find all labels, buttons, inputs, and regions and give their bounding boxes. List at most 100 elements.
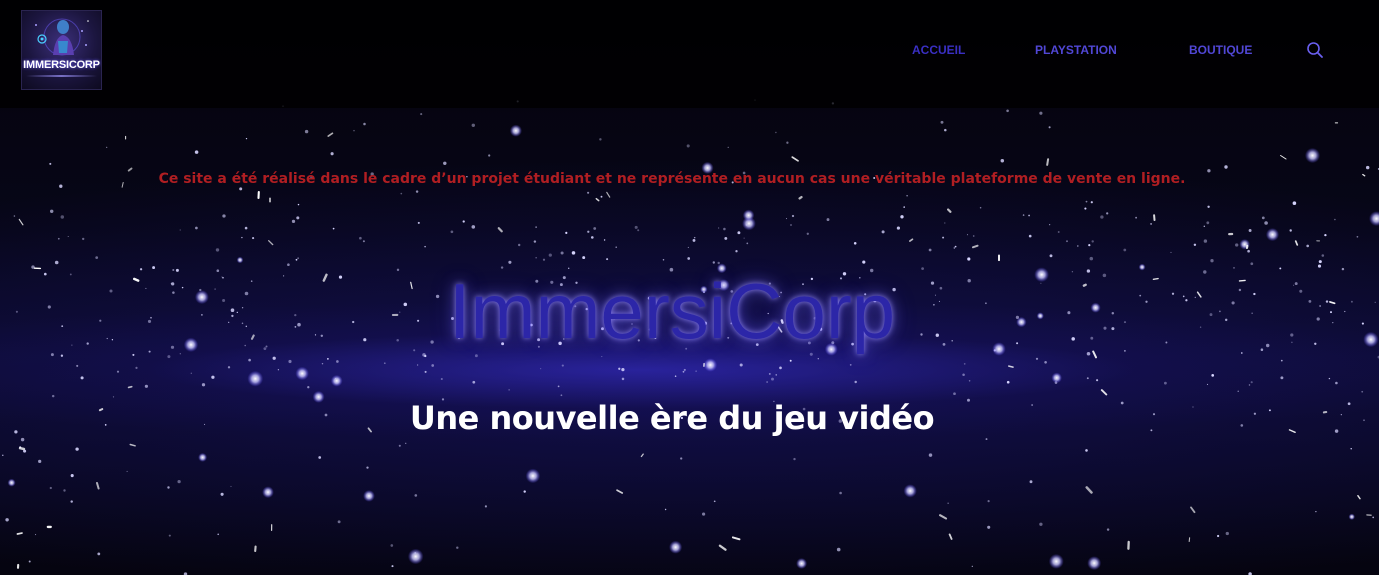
star — [220, 492, 224, 496]
star — [168, 534, 171, 537]
star — [363, 122, 366, 126]
star — [1292, 201, 1297, 205]
star — [337, 520, 341, 524]
star — [1248, 229, 1252, 232]
star — [1135, 216, 1137, 219]
star — [1049, 254, 1053, 258]
star — [431, 364, 435, 367]
star — [565, 231, 568, 235]
star — [771, 377, 774, 381]
star — [601, 356, 603, 358]
star — [195, 226, 198, 230]
star — [590, 236, 594, 239]
star — [241, 236, 243, 239]
star — [1235, 243, 1239, 247]
star — [724, 236, 728, 240]
star — [637, 229, 640, 232]
star — [106, 146, 108, 148]
star — [1203, 225, 1206, 228]
star — [1088, 244, 1091, 247]
star — [723, 227, 726, 231]
nav-item-accueil[interactable]: ACCUEIL — [912, 43, 965, 57]
star — [615, 246, 617, 248]
star — [533, 240, 537, 243]
glowing-star — [1369, 211, 1379, 227]
star — [82, 237, 85, 241]
star — [1193, 243, 1197, 247]
nav-item-boutique[interactable]: BOUTIQUE — [1189, 43, 1252, 57]
star — [1084, 207, 1087, 210]
star — [471, 225, 476, 229]
star — [621, 377, 625, 381]
star-streak — [1190, 506, 1196, 514]
star — [1085, 449, 1088, 452]
star — [1089, 256, 1094, 261]
star — [779, 366, 782, 370]
glowing-star — [330, 374, 343, 387]
star — [1350, 448, 1352, 450]
star — [727, 146, 729, 148]
star — [420, 113, 423, 116]
search-button[interactable] — [1306, 41, 1324, 59]
star-streak — [1046, 158, 1050, 166]
star — [383, 362, 386, 365]
site-logo[interactable]: IMMERSICORP — [21, 10, 102, 90]
nav-item-playstation[interactable]: PLAYSTATION — [1035, 43, 1117, 57]
star-streak — [18, 218, 24, 226]
star — [307, 386, 310, 389]
glowing-star — [1051, 372, 1062, 384]
glowing-star — [703, 358, 718, 372]
star — [35, 534, 37, 536]
star — [900, 215, 904, 219]
star — [1076, 245, 1079, 247]
star — [548, 253, 552, 257]
star — [472, 380, 476, 384]
glowing-star — [295, 366, 310, 381]
star — [291, 219, 296, 224]
star — [54, 260, 59, 265]
star — [414, 494, 418, 497]
star — [1350, 300, 1353, 303]
star — [391, 565, 394, 568]
star — [944, 128, 947, 132]
star — [664, 508, 667, 511]
star — [987, 500, 990, 503]
star — [424, 370, 427, 373]
star — [296, 216, 300, 220]
star — [13, 215, 16, 217]
star — [67, 235, 69, 238]
star — [1150, 222, 1153, 225]
star — [1344, 310, 1346, 313]
star — [535, 226, 537, 228]
star — [179, 229, 181, 231]
logo-underline — [26, 75, 97, 77]
star — [297, 257, 299, 259]
star — [854, 380, 857, 384]
star — [415, 190, 419, 193]
star — [49, 209, 54, 214]
star — [634, 225, 638, 229]
star — [839, 491, 842, 495]
star — [853, 242, 857, 245]
star — [743, 237, 745, 239]
star — [947, 502, 949, 504]
glowing-star — [1363, 331, 1379, 348]
star — [359, 236, 362, 240]
star — [1324, 233, 1327, 237]
star — [245, 137, 248, 140]
star — [239, 187, 243, 191]
site-header: IMMERSICORP ACCUEIL PLAYSTATION BOUTIQUE — [0, 0, 1379, 108]
star — [785, 218, 788, 220]
star — [739, 363, 743, 367]
star — [390, 544, 394, 547]
star — [1374, 301, 1376, 303]
star — [786, 141, 789, 144]
star — [462, 220, 465, 223]
star — [775, 131, 777, 134]
star — [1347, 402, 1351, 406]
star — [702, 512, 706, 516]
star — [962, 373, 965, 376]
star — [682, 370, 685, 373]
star — [1091, 240, 1094, 243]
star — [336, 360, 339, 363]
